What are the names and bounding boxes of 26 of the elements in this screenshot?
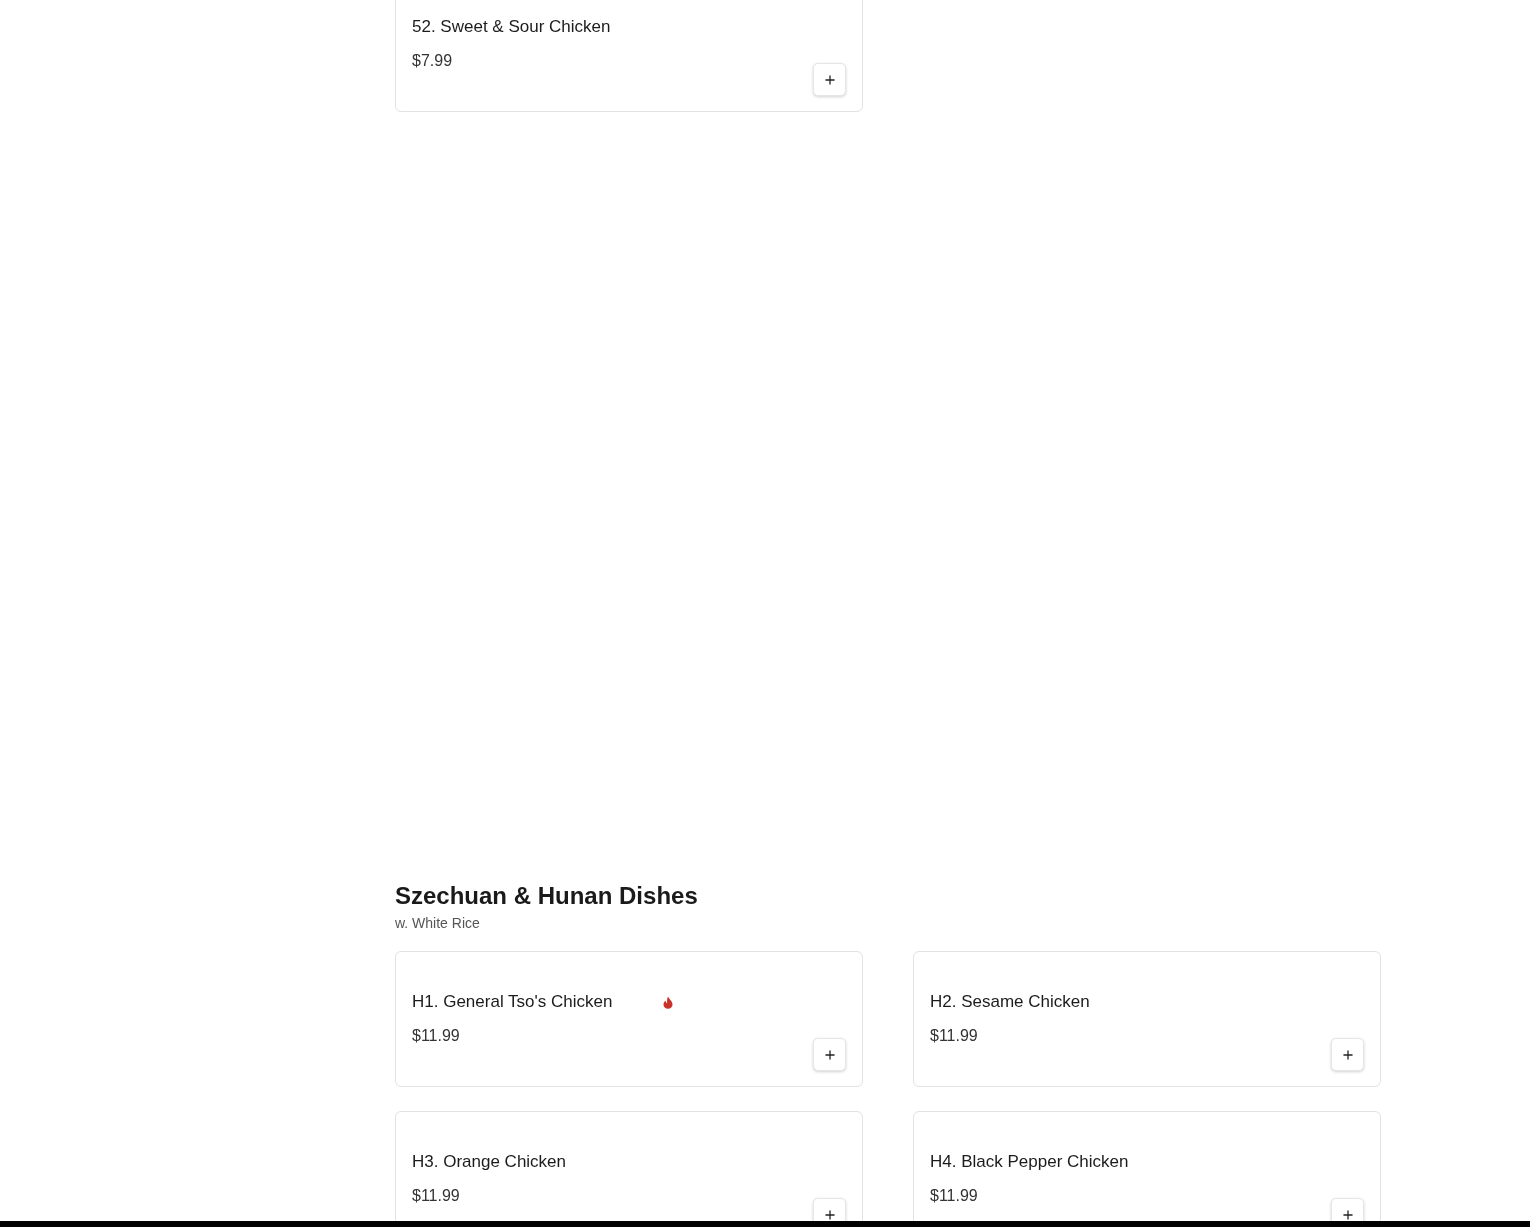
item-price: $11.99: [412, 1186, 460, 1206]
item-price: $7.99: [412, 51, 453, 71]
menu-item-card[interactable]: 52. Sweet & Sour Chicken $7.99: [395, 0, 863, 112]
section-subtitle: w. White Rice: [395, 915, 480, 932]
add-button[interactable]: [813, 1038, 846, 1071]
item-name: H1. General Tso's Chicken: [412, 992, 613, 1012]
plus-icon: [822, 1207, 837, 1221]
section-heading: Szechuan & Hunan Dishes: [395, 882, 698, 910]
item-name: H4. Black Pepper Chicken: [930, 1152, 1129, 1172]
add-button[interactable]: [1331, 1038, 1364, 1071]
menu-item-card[interactable]: H4. Black Pepper Chicken $11.99: [913, 1111, 1381, 1221]
item-name: 52. Sweet & Sour Chicken: [412, 17, 611, 37]
menu-item-card[interactable]: H1. General Tso's Chicken $11.99: [395, 951, 863, 1087]
plus-icon: [822, 1047, 837, 1062]
plus-icon: [1340, 1047, 1355, 1062]
menu-item-card[interactable]: H2. Sesame Chicken $11.99: [913, 951, 1381, 1087]
item-name: H3. Orange Chicken: [412, 1152, 567, 1172]
item-price: $11.99: [930, 1026, 978, 1046]
flame-icon: [662, 995, 675, 1009]
menu-item-card[interactable]: H3. Orange Chicken $11.99: [395, 1111, 863, 1221]
plus-icon: [822, 72, 837, 87]
item-name: H2. Sesame Chicken: [930, 992, 1090, 1012]
item-price: $11.99: [930, 1186, 978, 1206]
item-price: $11.99: [412, 1026, 460, 1046]
plus-icon: [1340, 1207, 1355, 1221]
add-button[interactable]: [813, 63, 846, 96]
